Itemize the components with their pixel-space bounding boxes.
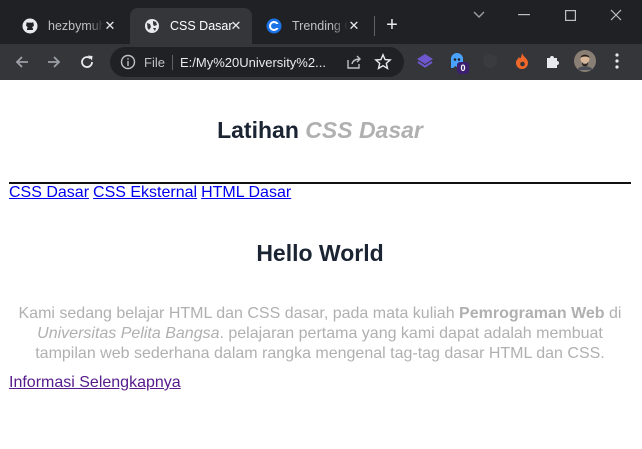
extension-hidden[interactable] bbox=[481, 52, 499, 70]
puzzle-icon bbox=[547, 56, 559, 68]
close-icon[interactable]: ✕ bbox=[346, 18, 362, 34]
nav-links: CSS Dasar CSS Eksternal HTML Dasar bbox=[9, 184, 295, 202]
tab-title: hezbymuh bbox=[48, 19, 104, 33]
minimize-icon bbox=[518, 14, 530, 16]
forward-button[interactable] bbox=[42, 50, 66, 74]
tab-github[interactable]: hezbymuh ✕ bbox=[8, 8, 126, 44]
web-page: Latihan CSS Dasar CSS Dasar CSS Eksternal… bbox=[0, 80, 642, 449]
fire-icon bbox=[516, 53, 528, 69]
menu-button[interactable] bbox=[608, 52, 626, 70]
close-icon bbox=[610, 9, 622, 21]
url-scheme: File bbox=[144, 55, 165, 70]
share-icon[interactable] bbox=[346, 54, 362, 70]
url-text[interactable]: E:/My%20University%2... bbox=[180, 55, 348, 70]
content-heading: Hello World bbox=[256, 240, 384, 266]
minimize-button[interactable] bbox=[501, 4, 547, 26]
close-icon[interactable]: ✕ bbox=[228, 18, 244, 34]
refresh-ring-icon bbox=[266, 18, 282, 34]
tab-strip: hezbymuh ✕ CSS Dasar ✕ Trending C ✕ + bbox=[0, 0, 642, 44]
maximize-button[interactable] bbox=[547, 4, 593, 26]
address-bar[interactable]: File E:/My%20University%2... bbox=[110, 47, 404, 77]
paragraph-text: Kami sedang belajar HTML dan CSS dasar, … bbox=[18, 305, 460, 322]
chevron-down-icon bbox=[473, 11, 485, 18]
layers-icon bbox=[417, 54, 433, 68]
kebab-menu-icon bbox=[615, 53, 619, 69]
course-name: Pemrograman Web bbox=[459, 305, 605, 322]
new-tab-button[interactable]: + bbox=[380, 14, 404, 38]
omnibox-divider bbox=[172, 55, 173, 70]
extension-fire[interactable] bbox=[513, 52, 531, 70]
nav-link-css-eksternal[interactable]: CSS Eksternal bbox=[93, 184, 197, 201]
back-button[interactable] bbox=[10, 50, 34, 74]
title-main: Latihan bbox=[217, 117, 299, 143]
title-accent: CSS Dasar bbox=[305, 117, 423, 143]
page-title: Latihan CSS Dasar bbox=[0, 117, 640, 144]
avatar[interactable] bbox=[574, 50, 596, 72]
star-icon[interactable] bbox=[374, 53, 392, 71]
maximize-icon bbox=[564, 9, 576, 21]
close-icon[interactable]: ✕ bbox=[102, 18, 118, 34]
extension-badge: 0 bbox=[457, 62, 469, 74]
university-name: Universitas Pelita Bangsa bbox=[37, 325, 220, 342]
tab-css-dasar[interactable]: CSS Dasar ✕ bbox=[130, 8, 252, 44]
extension-ghost[interactable]: 0 bbox=[448, 52, 469, 74]
tab-title: CSS Dasar bbox=[170, 19, 233, 33]
extension-layers[interactable] bbox=[416, 52, 434, 70]
circle-icon bbox=[483, 54, 497, 68]
globe-icon bbox=[145, 19, 159, 33]
arrow-left-icon bbox=[15, 56, 28, 68]
more-info-link[interactable]: Informasi Selengkapnya bbox=[9, 374, 181, 392]
nav-link-html-dasar[interactable]: HTML Dasar bbox=[201, 184, 291, 201]
browser-toolbar: File E:/My%20University%2... 0 bbox=[0, 44, 642, 80]
info-icon[interactable] bbox=[120, 54, 136, 70]
paragraph-text: di bbox=[604, 305, 622, 322]
content-paragraph: Kami sedang belajar HTML dan CSS dasar, … bbox=[9, 304, 631, 364]
tab-divider bbox=[374, 16, 375, 36]
tab-search-button[interactable] bbox=[456, 4, 502, 26]
reload-icon bbox=[81, 55, 93, 68]
reload-button[interactable] bbox=[75, 50, 99, 74]
close-window-button[interactable] bbox=[593, 4, 639, 26]
avatar-icon bbox=[574, 50, 596, 72]
github-icon bbox=[22, 18, 38, 34]
extensions-button[interactable] bbox=[544, 52, 562, 70]
tab-title: Trending C bbox=[292, 19, 348, 33]
nav-link-css-dasar[interactable]: CSS Dasar bbox=[9, 184, 89, 201]
tab-trending[interactable]: Trending C ✕ bbox=[252, 8, 370, 44]
arrow-right-icon bbox=[48, 56, 61, 68]
